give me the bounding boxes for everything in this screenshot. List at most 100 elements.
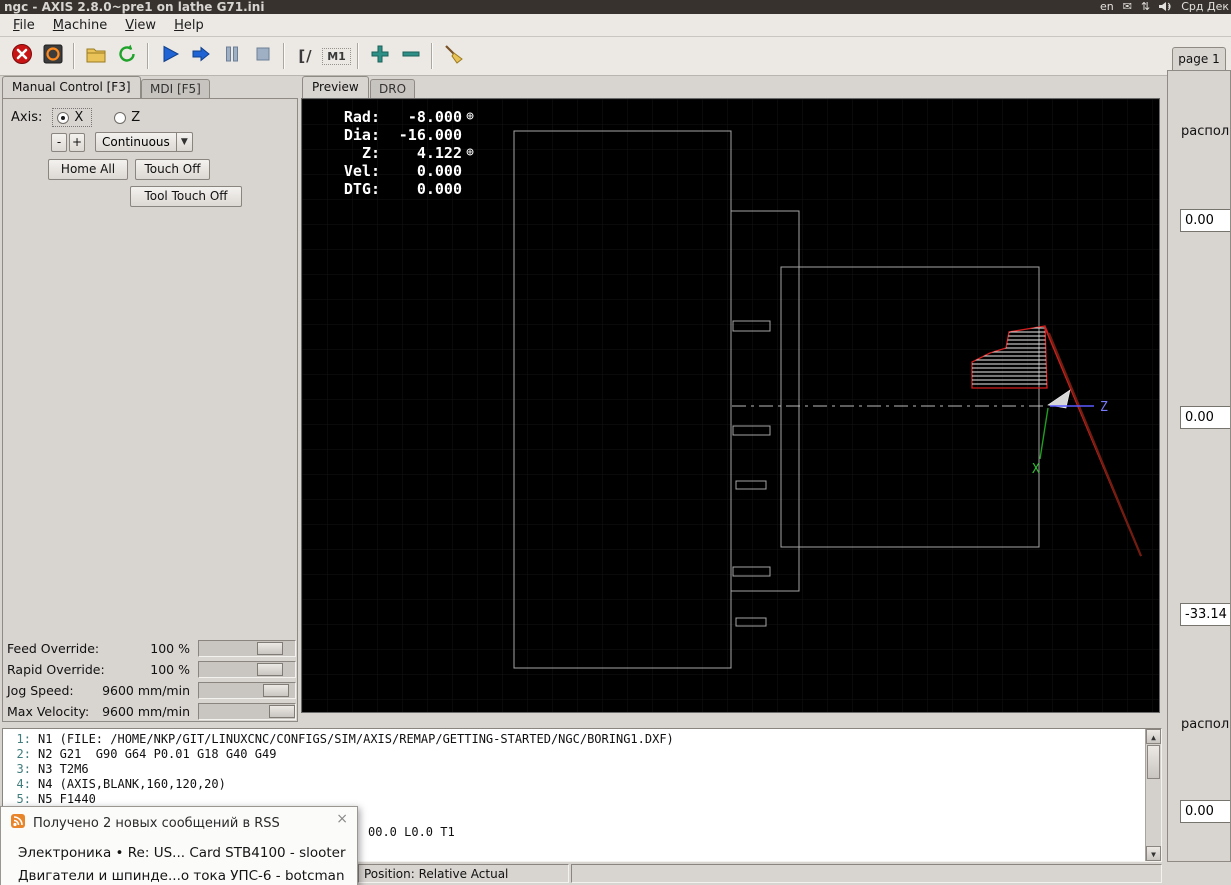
side-panel-input[interactable]: 0.00 — [1180, 209, 1230, 232]
close-icon[interactable]: × — [336, 811, 348, 827]
home-all-button[interactable]: Home All — [48, 159, 128, 180]
system-tray: en ✉ ⇅ Срд Дек — [1100, 0, 1229, 13]
zoom-in-icon — [369, 43, 391, 69]
window-titlebar: ngc - AXIS 2.8.0~pre1 on lathe G71.ini e… — [0, 0, 1231, 14]
preview-canvas[interactable]: Z X Rad: -8.000 ⊕ Dia: -16.000 Z: 4.122 ⊕ Vel… — [301, 98, 1160, 713]
tab-manual-control[interactable]: Manual Control [F3] — [2, 76, 141, 98]
touch-off-button[interactable]: Touch Off — [135, 159, 210, 180]
window-title: ngc - AXIS 2.8.0~pre1 on lathe G71.ini — [4, 0, 265, 14]
run-button[interactable] — [154, 41, 185, 72]
jog-minus-button[interactable]: - — [51, 132, 67, 152]
toolbar-separator — [147, 43, 149, 69]
axis-label: Axis: — [11, 110, 43, 125]
gcode-scrollbar[interactable]: ▲ ▼ — [1145, 729, 1161, 861]
menu-file[interactable]: File — [4, 15, 44, 36]
dro-readout: Rad: -8.000 ⊕ Dia: -16.000 Z: 4.122 ⊕ Vel: 0.0… — [332, 108, 478, 198]
side-panel-input[interactable]: -33.14 — [1180, 603, 1230, 626]
tab-preview[interactable]: Preview — [302, 76, 369, 98]
jog-speed-slider[interactable] — [198, 682, 296, 699]
gcode-line[interactable]: 4: N4 (AXIS,BLANK,160,120,20) — [5, 777, 1161, 792]
optional-pause-button[interactable]: M1 — [321, 41, 352, 72]
optional-pause-icon: M1 — [322, 47, 351, 65]
rapid-override-slider-handle[interactable] — [257, 663, 283, 676]
volume-icon[interactable] — [1159, 1, 1172, 12]
dro-z: Z: 4.122 ⊕ — [332, 144, 478, 162]
gcode-line[interactable]: 1: N1 (FILE: /HOME/NKP/GIT/LINUXCNC/CONFI… — [5, 732, 1161, 747]
menu-view[interactable]: View — [116, 15, 165, 36]
keyboard-layout-indicator[interactable]: en — [1100, 0, 1114, 13]
tab-page1[interactable]: page 1 — [1172, 47, 1226, 71]
notification-item[interactable]: Электроника • Re: US... Card STB4100 - s… — [18, 845, 346, 861]
scroll-up-icon[interactable]: ▲ — [1146, 729, 1161, 744]
rapid-override-slider[interactable] — [198, 661, 296, 678]
run-step-button[interactable] — [185, 41, 216, 72]
menu-machine[interactable]: Machine — [44, 15, 116, 36]
homed-icon: ⊕ — [466, 109, 474, 124]
open-file-icon — [85, 43, 107, 69]
tool-touch-off-button[interactable]: Tool Touch Off — [130, 186, 242, 207]
notification-title: Получено 2 новых сообщений в RSS — [33, 815, 280, 831]
toolbar: [/ M1 — [0, 37, 1231, 76]
machine-power-icon — [42, 43, 64, 69]
toolbar-separator — [73, 43, 75, 69]
open-file-button[interactable] — [80, 41, 111, 72]
axis-radio-x[interactable]: X — [52, 108, 93, 127]
updown-arrows-icon[interactable]: ⇅ — [1141, 0, 1150, 13]
menu-help[interactable]: Help — [165, 15, 213, 36]
max-velocity-slider-handle[interactable] — [269, 705, 295, 718]
toolbar-separator — [431, 43, 433, 69]
x-axis-label: X — [1032, 462, 1040, 477]
jog-plus-button[interactable]: + — [69, 132, 85, 152]
feed-override-row: Feed Override: 100 % — [2, 639, 298, 659]
gcode-line[interactable]: 3: N3 T2M6 — [5, 762, 1161, 777]
gcode-line[interactable]: 2: N2 G21 G90 G64 P0.01 G18 G40 G49 — [5, 747, 1161, 762]
z-axis-label: Z — [1100, 400, 1108, 415]
scroll-down-icon[interactable]: ▼ — [1146, 846, 1161, 861]
max-velocity-row: Max Velocity: 9600 mm/min — [2, 702, 298, 722]
dro-vel: Vel: 0.000 — [343, 162, 462, 180]
axis-radio-z[interactable]: Z — [114, 110, 140, 125]
side-panel-input[interactable]: 0.00 — [1180, 800, 1230, 823]
zoom-out-button[interactable] — [395, 41, 426, 72]
scrollbar-thumb[interactable] — [1147, 745, 1160, 779]
max-velocity-slider[interactable] — [198, 703, 296, 720]
gcode-line[interactable]: 5: N5 F1440 — [5, 792, 1161, 807]
estop-button[interactable] — [6, 41, 37, 72]
machine-power-button[interactable] — [37, 41, 68, 72]
notification-item[interactable]: Двигатели и шпинде...о тока УПС-6 - botc… — [18, 868, 345, 884]
feed-override-slider-handle[interactable] — [257, 642, 283, 655]
side-panel-label: распол — [1181, 717, 1230, 732]
skip-lines-button[interactable]: [/ — [290, 41, 321, 72]
jog-speed-slider-handle[interactable] — [263, 684, 289, 697]
tab-mdi[interactable]: MDI [F5] — [141, 79, 210, 98]
side-panel-input[interactable]: 0.00 — [1180, 406, 1230, 429]
rapid-override-row: Rapid Override: 100 % — [2, 660, 298, 680]
zoom-in-button[interactable] — [364, 41, 395, 72]
reload-icon — [116, 43, 138, 69]
reload-button[interactable] — [111, 41, 142, 72]
jog-speed-row: Jog Speed: 9600 mm/min — [2, 681, 298, 701]
stop-button[interactable] — [247, 41, 278, 72]
tab-dro[interactable]: DRO — [370, 79, 416, 98]
gcode-line-fragment[interactable]: 00.0 L0.0 T1 — [368, 825, 455, 839]
skip-lines-icon: [/ — [298, 47, 313, 65]
homed-icon: ⊕ — [466, 145, 474, 160]
status-message-area — [571, 864, 1162, 883]
menubar: File Machine View Help — [0, 14, 1231, 37]
feed-override-slider[interactable] — [198, 640, 296, 657]
tray-clock[interactable]: Срд Дек — [1181, 0, 1229, 13]
manual-control-body: Axis: X Z - + Continuous ▼ Home All Touc… — [2, 98, 298, 722]
jog-mode-select[interactable]: Continuous ▼ — [95, 132, 193, 152]
estop-icon — [11, 43, 33, 69]
jog-speed-value: 9600 mm/min — [102, 683, 190, 698]
radio-z-icon — [114, 111, 127, 124]
clear-plot-button[interactable] — [438, 41, 469, 72]
position-mode-status: Position: Relative Actual — [358, 864, 569, 883]
pause-button[interactable] — [216, 41, 247, 72]
dro-dia: Dia: -16.000 — [343, 126, 462, 144]
clear-plot-icon — [443, 43, 465, 69]
zoom-out-icon — [400, 43, 422, 69]
stop-icon — [252, 43, 274, 69]
mail-icon[interactable]: ✉ — [1123, 0, 1132, 13]
max-velocity-value: 9600 mm/min — [102, 704, 190, 719]
